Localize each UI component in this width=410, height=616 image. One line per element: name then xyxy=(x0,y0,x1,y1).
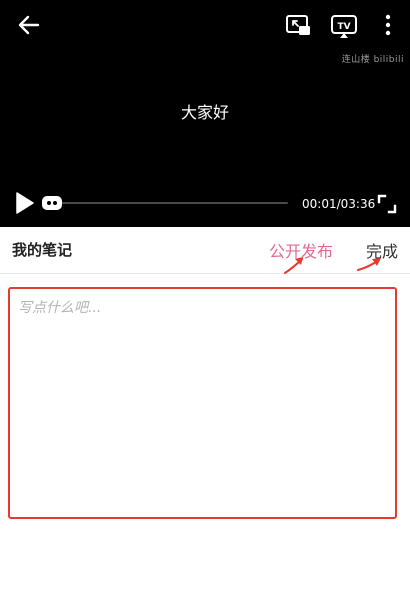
play-icon[interactable] xyxy=(12,191,36,215)
video-subtitle: 大家好 xyxy=(180,103,229,122)
fullscreen-icon[interactable] xyxy=(376,193,398,215)
more-vertical-icon[interactable] xyxy=(383,13,393,37)
notes-title: 我的笔记 xyxy=(12,241,73,259)
picture-in-picture-icon[interactable] xyxy=(284,12,312,38)
annotation-arrow-icon xyxy=(284,257,303,274)
note-editor xyxy=(8,287,397,519)
svg-text:TV: TV xyxy=(337,22,350,32)
notes-header: 我的笔记 公开发布 完成 xyxy=(0,227,410,274)
note-input[interactable] xyxy=(14,293,391,513)
video-player[interactable]: TV 连山楼 bilibili 大家好 00:01/03:36 xyxy=(0,0,410,227)
annotation-arrow-icon xyxy=(357,258,381,271)
progress-handle[interactable] xyxy=(42,196,62,210)
watermark: 连山楼 bilibili xyxy=(341,55,404,65)
time-display: 00:01/03:36 xyxy=(302,197,376,211)
tv-cast-icon[interactable]: TV xyxy=(330,12,358,40)
progress-bar[interactable] xyxy=(42,202,288,204)
back-arrow-icon[interactable] xyxy=(16,12,42,38)
